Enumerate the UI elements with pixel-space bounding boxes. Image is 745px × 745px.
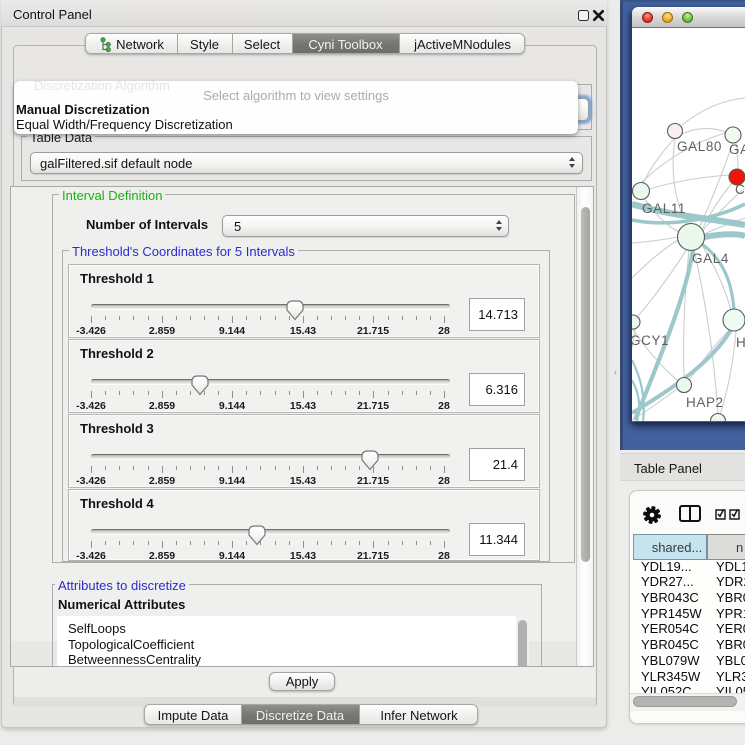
svg-text:GAL4: GAL4 [692,251,729,266]
svg-text:HAP2: HAP2 [686,395,724,410]
svg-text:GAL11: GAL11 [642,201,686,216]
svg-text:C: C [735,182,745,197]
svg-text:GA: GA [729,142,745,157]
svg-text:GCY1: GCY1 [632,333,669,348]
svg-text:GAL80: GAL80 [677,139,722,154]
svg-text:H: H [736,335,745,350]
